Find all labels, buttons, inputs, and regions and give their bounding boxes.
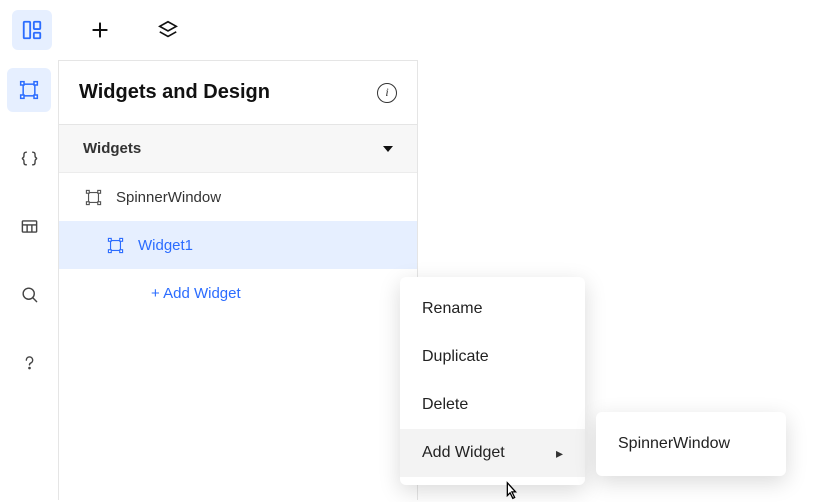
menu-item-add-widget[interactable]: Add Widget ▸ — [400, 429, 585, 477]
widget-frame-icon — [85, 189, 102, 206]
tree-item-widget1[interactable]: Widget1 — [59, 221, 417, 269]
chevron-down-icon — [383, 146, 393, 152]
layers-icon — [157, 19, 179, 41]
menu-item-label: Add Widget — [422, 444, 505, 462]
info-icon[interactable]: i — [377, 83, 397, 103]
search-icon — [20, 285, 39, 304]
panel-title: Widgets and Design — [79, 81, 270, 104]
chevron-right-icon: ▸ — [556, 445, 563, 462]
tree-item-label: SpinnerWindow — [116, 189, 221, 206]
widget-frame-icon — [19, 80, 39, 100]
help-icon — [20, 353, 39, 372]
rail-table-button[interactable] — [7, 204, 51, 248]
dashboard-button[interactable] — [12, 10, 52, 50]
panel-header: Widgets and Design i — [59, 61, 417, 125]
submenu-item-label: SpinnerWindow — [618, 435, 730, 453]
rail-help-button[interactable] — [7, 340, 51, 384]
side-panel: Widgets and Design i Widgets SpinnerWind… — [58, 60, 418, 500]
braces-icon — [20, 149, 39, 168]
plus-icon — [90, 20, 110, 40]
topbar — [0, 0, 815, 60]
menu-item-label: Delete — [422, 396, 468, 414]
menu-item-rename[interactable]: Rename — [400, 285, 585, 333]
layers-button[interactable] — [148, 10, 188, 50]
context-menu: Rename Duplicate Delete Add Widget ▸ — [400, 277, 585, 485]
section-label: Widgets — [83, 140, 141, 157]
widgets-section-header[interactable]: Widgets — [59, 125, 417, 173]
menu-item-delete[interactable]: Delete — [400, 381, 585, 429]
add-widget-label: + Add Widget — [151, 285, 241, 302]
menu-item-label: Duplicate — [422, 348, 489, 366]
rail-widgets-button[interactable] — [7, 68, 51, 112]
dashboard-icon — [21, 19, 43, 41]
submenu: SpinnerWindow — [596, 412, 786, 476]
widget-frame-icon — [107, 237, 124, 254]
rail-code-button[interactable] — [7, 136, 51, 180]
left-rail — [0, 60, 58, 500]
tree-item-label: Widget1 — [138, 237, 193, 254]
tree-item-spinnerwindow[interactable]: SpinnerWindow — [59, 173, 417, 221]
add-button[interactable] — [80, 10, 120, 50]
menu-item-label: Rename — [422, 300, 482, 318]
menu-item-duplicate[interactable]: Duplicate — [400, 333, 585, 381]
add-widget-button[interactable]: + Add Widget — [59, 269, 417, 317]
table-icon — [20, 217, 39, 236]
submenu-item-spinnerwindow[interactable]: SpinnerWindow — [596, 420, 786, 468]
rail-search-button[interactable] — [7, 272, 51, 316]
